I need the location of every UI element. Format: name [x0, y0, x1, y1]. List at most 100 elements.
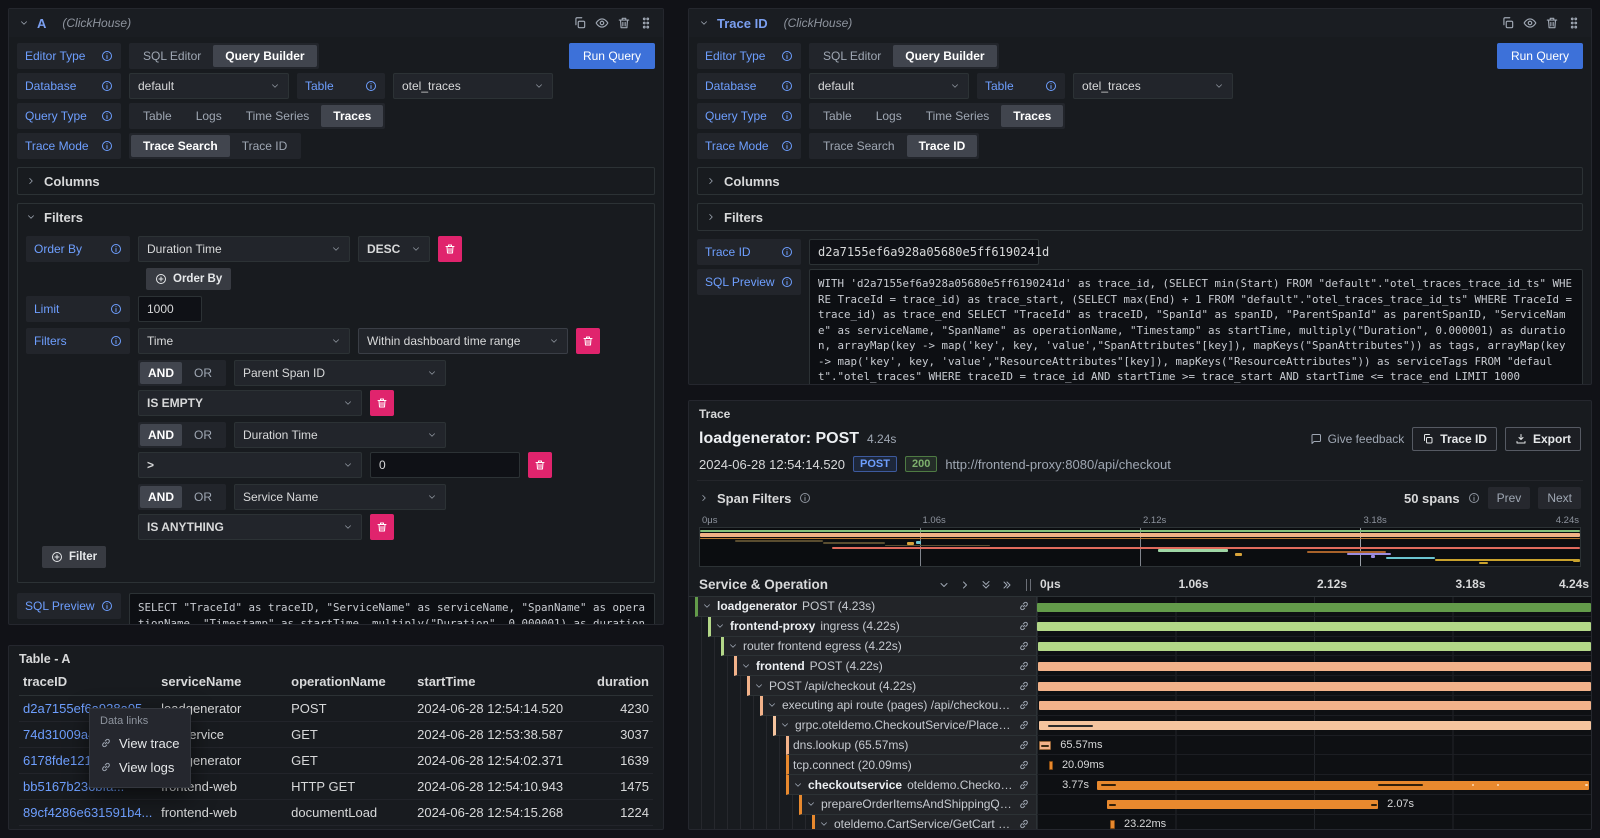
info-icon[interactable]	[101, 600, 113, 612]
remove-filter-button[interactable]	[576, 328, 600, 354]
span-row[interactable]: frontendPOST (4.22s)	[689, 656, 1591, 676]
span-link-icon[interactable]	[1018, 699, 1030, 711]
span-gantt-cell[interactable]	[1037, 656, 1591, 676]
give-feedback-link[interactable]: Give feedback	[1310, 432, 1405, 446]
query-type-logs[interactable]: Logs	[864, 105, 914, 127]
span-row[interactable]: dns.lookup (65.57ms)65.57ms	[689, 736, 1591, 756]
trace-id-input[interactable]: d2a7155ef6a928a05680e5ff6190241d	[809, 239, 1039, 265]
trace-id-option[interactable]: Trace ID	[907, 135, 978, 157]
export-button[interactable]: Export	[1505, 427, 1581, 451]
collapse-one-icon[interactable]	[938, 579, 950, 591]
info-icon[interactable]	[799, 492, 811, 504]
span-gantt-cell[interactable]	[1037, 597, 1591, 617]
remove-order-by-button[interactable]	[438, 236, 462, 262]
remove-filter-button[interactable]	[370, 390, 394, 416]
trace-search-option[interactable]: Trace Search	[131, 135, 230, 157]
table-select[interactable]: otel_traces	[393, 73, 553, 99]
span-row[interactable]: oteldemo.CartService/GetCart (23.22ms)23…	[689, 815, 1591, 829]
column-header-operationname[interactable]: operationName	[287, 670, 413, 696]
drag-handle-icon[interactable]	[639, 16, 653, 30]
query-row-header-trace-id[interactable]: Trace ID (ClickHouse)	[689, 9, 1591, 37]
span-row[interactable]: router frontend egress (4.22s)	[689, 637, 1591, 657]
minimap-canvas[interactable]	[699, 527, 1581, 567]
and-option[interactable]: AND	[140, 486, 182, 508]
expand-one-icon[interactable]	[959, 579, 971, 591]
column-header-traceid[interactable]: traceID	[19, 670, 157, 696]
span-gantt-cell[interactable]: 20.09ms	[1037, 755, 1591, 775]
run-query-button[interactable]: Run Query	[569, 43, 655, 69]
query-row-header-a[interactable]: A (ClickHouse)	[9, 9, 663, 37]
chevron-down-icon[interactable]	[754, 681, 764, 691]
database-select[interactable]: default	[129, 73, 289, 99]
span-link-icon[interactable]	[1018, 798, 1030, 810]
span-row[interactable]: grpc.oteldemo.CheckoutService/PlaceOrder…	[689, 716, 1591, 736]
span-gantt-cell[interactable]	[1037, 637, 1591, 657]
span-row[interactable]: prepareOrderItemsAndShippingQuoteFromCar…	[689, 795, 1591, 815]
span-filters-label[interactable]: Span Filters	[717, 491, 791, 506]
add-order-by-button[interactable]: Order By	[146, 268, 231, 290]
column-header-starttime[interactable]: startTime	[413, 670, 583, 696]
filters-section-header[interactable]: Filters	[18, 204, 654, 230]
delete-query-icon[interactable]	[617, 16, 631, 30]
info-icon[interactable]	[101, 110, 113, 122]
trace-id-button[interactable]: Trace ID	[1412, 427, 1497, 451]
drag-handle-icon[interactable]	[1567, 16, 1581, 30]
collapse-chevron-icon[interactable]	[19, 18, 29, 28]
next-button[interactable]: Next	[1538, 487, 1581, 509]
delete-query-icon[interactable]	[1545, 16, 1559, 30]
info-icon[interactable]	[110, 243, 122, 255]
panel-title[interactable]: Trace	[689, 401, 1591, 423]
info-icon[interactable]	[781, 276, 793, 288]
query-type-traces[interactable]: Traces	[321, 105, 383, 127]
hide-query-icon[interactable]	[595, 16, 609, 30]
span-link-icon[interactable]	[1018, 620, 1030, 632]
chevron-down-icon[interactable]	[767, 700, 777, 710]
info-icon[interactable]	[781, 50, 793, 62]
span-gantt-cell[interactable]	[1037, 696, 1591, 716]
info-icon[interactable]	[781, 80, 793, 92]
column-header-duration[interactable]: duration	[583, 670, 653, 696]
span-link-icon[interactable]	[1018, 640, 1030, 652]
info-icon[interactable]	[781, 246, 793, 258]
info-icon[interactable]	[781, 140, 793, 152]
add-filter-button[interactable]: Filter	[42, 546, 106, 568]
filter-operator-select[interactable]: IS ANYTHING	[138, 514, 362, 540]
span-row[interactable]: tcp.connect (20.09ms)20.09ms	[689, 755, 1591, 775]
span-link-icon[interactable]	[1018, 739, 1030, 751]
filters-section-header[interactable]: Filters	[698, 204, 1582, 230]
span-gantt-cell[interactable]	[1037, 676, 1591, 696]
sql-editor-option[interactable]: SQL Editor	[131, 45, 213, 67]
collapse-all-icon[interactable]	[980, 579, 992, 591]
expand-all-icon[interactable]	[1001, 579, 1013, 591]
chevron-down-icon[interactable]	[780, 720, 790, 730]
and-option[interactable]: AND	[140, 424, 182, 446]
span-link-icon[interactable]	[1018, 600, 1030, 612]
or-option[interactable]: OR	[182, 362, 224, 384]
filter-value-select[interactable]: Within dashboard time range	[358, 328, 568, 354]
query-type-timeseries[interactable]: Time Series	[914, 105, 1002, 127]
filter-operator-select[interactable]: IS EMPTY	[138, 390, 362, 416]
trace-id-option[interactable]: Trace ID	[230, 135, 300, 157]
filter-field-select[interactable]: Parent Span ID	[234, 360, 446, 386]
span-link-icon[interactable]	[1018, 660, 1030, 672]
and-option[interactable]: AND	[140, 362, 182, 384]
chevron-down-icon[interactable]	[728, 641, 738, 651]
query-type-logs[interactable]: Logs	[184, 105, 234, 127]
info-icon[interactable]	[110, 303, 122, 315]
span-gantt-cell[interactable]: 3.77s	[1037, 775, 1591, 795]
span-gantt-cell[interactable]: 65.57ms	[1037, 736, 1591, 756]
span-link-icon[interactable]	[1018, 759, 1030, 771]
collapse-chevron-icon[interactable]	[699, 18, 709, 28]
chevron-right-icon[interactable]	[699, 493, 709, 503]
chevron-down-icon[interactable]	[741, 661, 751, 671]
span-link-icon[interactable]	[1018, 818, 1030, 829]
query-builder-option[interactable]: Query Builder	[893, 45, 996, 67]
duplicate-query-icon[interactable]	[573, 16, 587, 30]
filter-value-input[interactable]: 0	[370, 452, 520, 478]
query-builder-option[interactable]: Query Builder	[213, 45, 316, 67]
filter-operator-select[interactable]: >	[138, 452, 362, 478]
query-type-table[interactable]: Table	[131, 105, 184, 127]
query-type-traces[interactable]: Traces	[1001, 105, 1063, 127]
chevron-down-icon[interactable]	[793, 780, 803, 790]
view-trace-link[interactable]: View trace	[100, 731, 180, 755]
